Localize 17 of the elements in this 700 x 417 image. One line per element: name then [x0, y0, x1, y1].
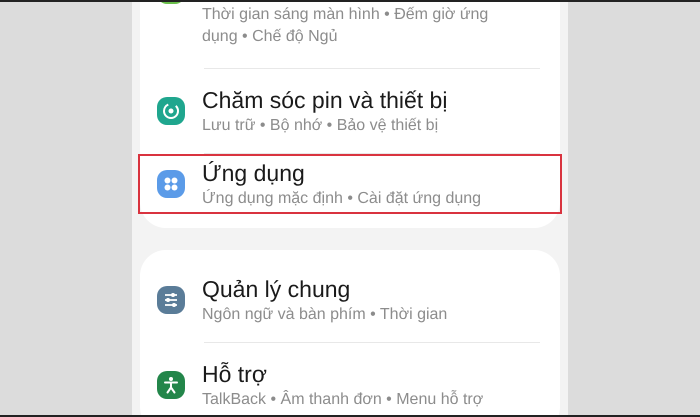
item-title: Hỗ trợ: [202, 360, 268, 389]
item-title: Ứng dụng: [202, 159, 306, 188]
item-title: Quản lý chung: [202, 275, 352, 304]
settings-item[interactable]: Ứng dụng Ứng dụng mặc định • Cài đặt ứng dụng: [138, 154, 562, 214]
item-subtitle: Ngôn ngữ và bàn phím • Thời gian: [202, 305, 448, 325]
sliders-icon: [157, 286, 185, 314]
item-subtitle: TalkBack • Âm thanh đơn • Menu hỗ trợ: [202, 389, 484, 410]
settings-item[interactable]: Hỗ trợ TalkBack • Âm thanh đơn • Menu hỗ trợ: [138, 343, 562, 415]
item-title: Chăm sóc pin và thiết bị: [202, 86, 448, 115]
apps-grid-icon: [157, 170, 185, 198]
settings-item[interactable]: Quản lý chung Ngôn ngữ và bàn phím • Thời gian: [138, 258, 562, 342]
item-subtitle: Lưu trữ • Bộ nhớ • Bảo vệ thiết bị: [202, 116, 440, 136]
item-subtitle: Thời gian sáng màn hình • Đếm giờ ứng dụng • Chế độ Ngủ: [202, 5, 490, 47]
accessibility-icon: [157, 371, 185, 399]
item-subtitle: Ứng dụng mặc định • Cài đặt ứng dụng: [202, 188, 482, 209]
settings-item[interactable]: Chăm sóc pin và thiết bị Lưu trữ • Bộ nhớ • Bảo vệ thiết bị: [138, 69, 562, 153]
device-care-icon: [157, 97, 185, 125]
